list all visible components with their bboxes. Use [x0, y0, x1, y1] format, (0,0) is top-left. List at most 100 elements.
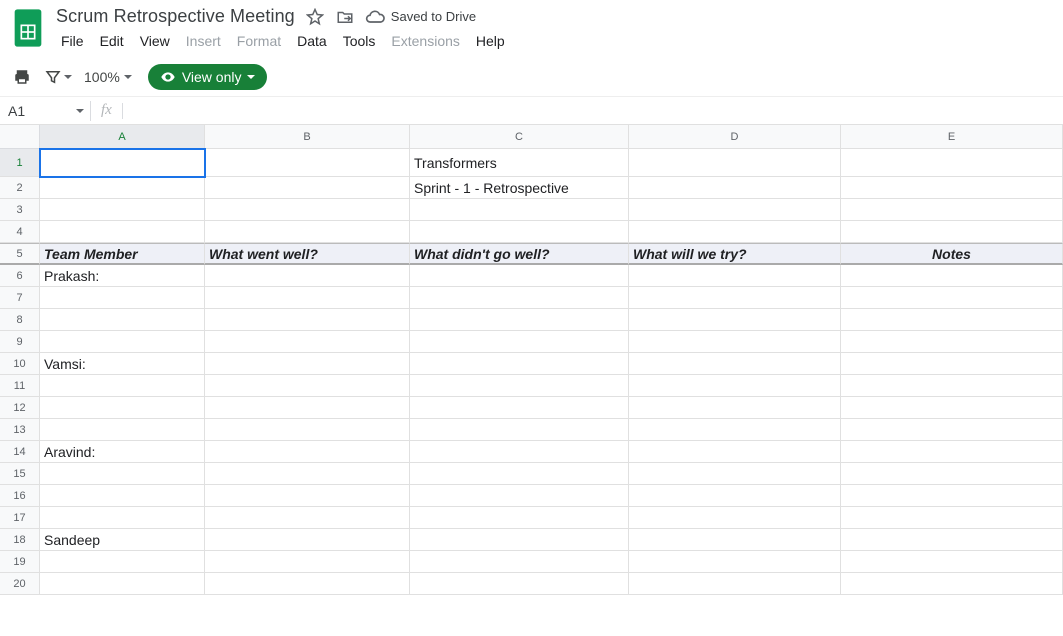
cell-C11[interactable] — [410, 375, 629, 397]
cell-D16[interactable] — [629, 485, 841, 507]
sheets-logo[interactable] — [8, 8, 48, 48]
cell-A8[interactable] — [40, 309, 205, 331]
doc-title[interactable]: Scrum Retrospective Meeting — [56, 6, 295, 27]
cell-C8[interactable] — [410, 309, 629, 331]
menu-edit[interactable]: Edit — [93, 31, 131, 51]
cell-B16[interactable] — [205, 485, 410, 507]
col-header-A[interactable]: A — [40, 125, 205, 149]
cell-E1[interactable] — [841, 149, 1063, 177]
col-header-B[interactable]: B — [205, 125, 410, 149]
cell-C17[interactable] — [410, 507, 629, 529]
row-header[interactable]: 10 — [0, 353, 40, 375]
cell-D10[interactable] — [629, 353, 841, 375]
cell-D2[interactable] — [629, 177, 841, 199]
cell-D11[interactable] — [629, 375, 841, 397]
cell-A16[interactable] — [40, 485, 205, 507]
cell-C1[interactable]: Transformers — [410, 149, 629, 177]
cell-A4[interactable] — [40, 221, 205, 243]
name-box[interactable]: A1 — [0, 103, 90, 119]
cell-B13[interactable] — [205, 419, 410, 441]
cell-B10[interactable] — [205, 353, 410, 375]
row-header[interactable]: 17 — [0, 507, 40, 529]
row-header[interactable]: 18 — [0, 529, 40, 551]
cell-A5[interactable]: Team Member — [40, 243, 205, 265]
cell-D5[interactable]: What will we try? — [629, 243, 841, 265]
move-icon[interactable] — [335, 7, 355, 27]
row-header[interactable]: 4 — [0, 221, 40, 243]
cell-E15[interactable] — [841, 463, 1063, 485]
cell-A20[interactable] — [40, 573, 205, 595]
cell-B2[interactable] — [205, 177, 410, 199]
cell-A10[interactable]: Vamsi: — [40, 353, 205, 375]
cell-E11[interactable] — [841, 375, 1063, 397]
cell-A7[interactable] — [40, 287, 205, 309]
row-header[interactable]: 14 — [0, 441, 40, 463]
cell-C14[interactable] — [410, 441, 629, 463]
cell-D13[interactable] — [629, 419, 841, 441]
cell-D9[interactable] — [629, 331, 841, 353]
cell-D14[interactable] — [629, 441, 841, 463]
cell-D7[interactable] — [629, 287, 841, 309]
cell-B3[interactable] — [205, 199, 410, 221]
cell-D20[interactable] — [629, 573, 841, 595]
cell-E18[interactable] — [841, 529, 1063, 551]
cell-D4[interactable] — [629, 221, 841, 243]
row-header[interactable]: 1 — [0, 149, 40, 177]
cell-B12[interactable] — [205, 397, 410, 419]
cell-B14[interactable] — [205, 441, 410, 463]
cell-C12[interactable] — [410, 397, 629, 419]
cell-A12[interactable] — [40, 397, 205, 419]
cell-D1[interactable] — [629, 149, 841, 177]
cell-E16[interactable] — [841, 485, 1063, 507]
cell-B11[interactable] — [205, 375, 410, 397]
cell-A6[interactable]: Prakash: — [40, 265, 205, 287]
cell-A19[interactable] — [40, 551, 205, 573]
select-all-corner[interactable] — [0, 125, 40, 149]
cell-A9[interactable] — [40, 331, 205, 353]
cell-D18[interactable] — [629, 529, 841, 551]
row-header[interactable]: 12 — [0, 397, 40, 419]
cell-C13[interactable] — [410, 419, 629, 441]
cell-B15[interactable] — [205, 463, 410, 485]
cell-E5[interactable]: Notes — [841, 243, 1063, 265]
row-header[interactable]: 9 — [0, 331, 40, 353]
col-header-E[interactable]: E — [841, 125, 1063, 149]
menu-view[interactable]: View — [133, 31, 177, 51]
cell-E13[interactable] — [841, 419, 1063, 441]
cell-A18[interactable]: Sandeep — [40, 529, 205, 551]
cell-B19[interactable] — [205, 551, 410, 573]
row-header[interactable]: 19 — [0, 551, 40, 573]
cell-B18[interactable] — [205, 529, 410, 551]
row-header[interactable]: 15 — [0, 463, 40, 485]
filter-icon[interactable] — [40, 63, 76, 91]
cell-A2[interactable] — [40, 177, 205, 199]
cell-E17[interactable] — [841, 507, 1063, 529]
row-header[interactable]: 13 — [0, 419, 40, 441]
row-header[interactable]: 8 — [0, 309, 40, 331]
cell-C5[interactable]: What didn't go well? — [410, 243, 629, 265]
cell-A14[interactable]: Aravind: — [40, 441, 205, 463]
cell-C16[interactable] — [410, 485, 629, 507]
cell-C4[interactable] — [410, 221, 629, 243]
menu-data[interactable]: Data — [290, 31, 334, 51]
cell-E2[interactable] — [841, 177, 1063, 199]
menu-tools[interactable]: Tools — [336, 31, 383, 51]
cell-E20[interactable] — [841, 573, 1063, 595]
cell-B1[interactable] — [205, 149, 410, 177]
cell-B6[interactable] — [205, 265, 410, 287]
cell-D15[interactable] — [629, 463, 841, 485]
cell-D19[interactable] — [629, 551, 841, 573]
cell-A1[interactable] — [40, 149, 205, 177]
cell-B9[interactable] — [205, 331, 410, 353]
cell-E10[interactable] — [841, 353, 1063, 375]
cell-E14[interactable] — [841, 441, 1063, 463]
cell-B4[interactable] — [205, 221, 410, 243]
col-header-D[interactable]: D — [629, 125, 841, 149]
cell-D8[interactable] — [629, 309, 841, 331]
row-header[interactable]: 6 — [0, 265, 40, 287]
menu-help[interactable]: Help — [469, 31, 512, 51]
cell-E8[interactable] — [841, 309, 1063, 331]
cell-C20[interactable] — [410, 573, 629, 595]
cell-A11[interactable] — [40, 375, 205, 397]
cell-C9[interactable] — [410, 331, 629, 353]
